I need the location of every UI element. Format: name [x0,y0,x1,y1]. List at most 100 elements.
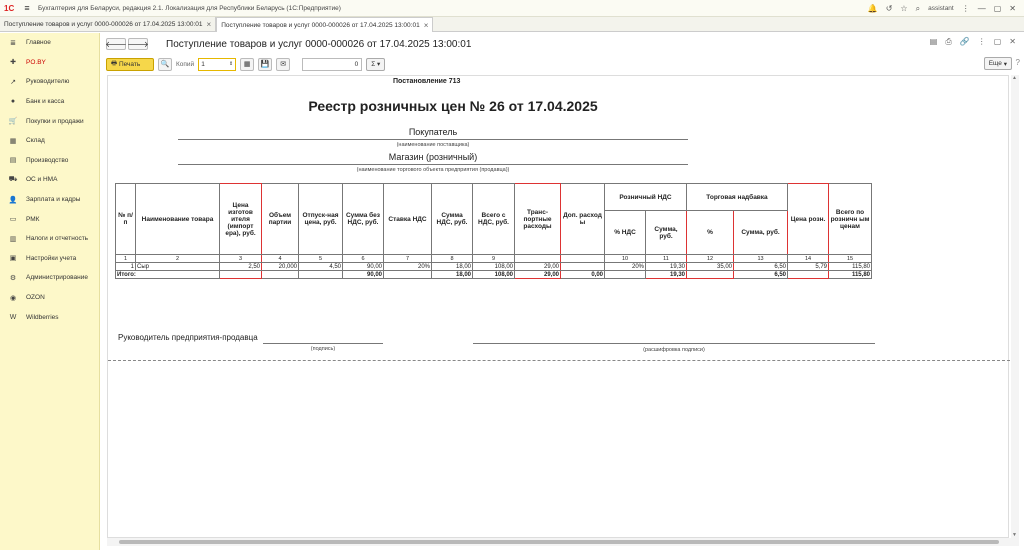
column-number: 13 [733,254,788,263]
cell-rvat-sum: 19,30 [645,262,687,271]
user-name[interactable]: assistant [928,5,954,12]
sidebar-icon: ▭ [9,216,17,224]
column-number: 4 [261,254,299,263]
bell-icon[interactable]: 🔔 [868,4,878,13]
sidebar-item-9[interactable]: ▭ РМК [0,209,99,229]
maximize-icon[interactable]: ▢ [994,4,1002,13]
scroll-thumb[interactable] [119,540,999,544]
search-icon[interactable]: ⌕ [916,4,920,14]
spreadsheet-button[interactable]: ▦ [240,57,255,71]
more-menu-icon[interactable]: ⋮ [978,37,986,47]
copies-input[interactable]: 1 ⇕ [198,57,237,71]
copies-value: 1 [201,60,205,68]
header-markup-sum: Сумма, руб. [733,210,788,255]
sum-value: 0 [354,60,359,68]
header-extra: Доп. расход ы [560,183,605,255]
sidebar-icon: ▤ [9,157,17,165]
sidebar-item-3[interactable]: ● Банк и касса [0,92,99,112]
star-icon[interactable]: ☆ [900,4,907,13]
print-icon[interactable]: ⎙ [945,37,951,47]
stepper-icon[interactable]: ⇕ [229,61,233,67]
tab-label: Поступление товаров и услуг 0000-000026 … [221,21,420,29]
settings-menu-icon[interactable]: ⋮ [962,4,970,13]
chevron-down-icon: ▾ [377,61,381,68]
close-icon[interactable]: × [207,20,212,29]
sidebar-item-6[interactable]: ▤ Производство [0,151,99,171]
sidebar-icon: 🛒 [8,118,18,126]
scroll-up-icon[interactable]: ▲ [1012,75,1017,81]
sidebar-item-10[interactable]: ▥ Налоги и отчетность [0,229,99,249]
cell-retail-price: 5,79 [787,262,829,271]
save-button[interactable]: 💾 [258,57,273,71]
mail-button[interactable]: ✉ [276,57,291,71]
total-sum-no-vat: 90,00 [342,270,384,279]
link-icon[interactable]: 🔗 [960,37,970,47]
tab-document-2[interactable]: Поступление товаров и услуг 0000-000026 … [216,17,434,32]
cell-vat-rate: 20% [383,262,432,271]
total-markup-sum: 6,50 [733,270,788,279]
sidebar-item-11[interactable]: ▣ Настройки учета [0,249,99,269]
column-number: 5 [298,254,343,263]
sidebar-item-4[interactable]: 🛒 Покупки и продажи [0,111,99,131]
cell-rvat-pct: 20% [604,262,646,271]
sidebar-icon: ↗ [10,78,16,86]
header-name: Наименование товара [135,183,220,255]
sidebar-item-1[interactable]: ✚ PO.BY [0,53,99,73]
app-title: Бухгалтерия для Беларуси, редакция 2.1. … [38,4,341,12]
sidebar-item-label: Склад [26,137,45,145]
sum-button[interactable]: Σ ▾ [366,57,386,71]
column-number: 8 [431,254,473,263]
column-number: 3 [219,254,262,263]
print-button[interactable]: 🖶 Печать [106,57,154,71]
column-number: 10 [604,254,646,263]
forward-button[interactable]: 🡒 [127,38,149,50]
sidebar-icon: W [9,313,17,321]
header-markup: Торговая надбавка [686,183,788,211]
printer-icon: 🖶 [111,59,119,67]
header-sale-price: Отпуск-ная цена, руб. [298,183,343,255]
header-sum-no-vat: Сумма без НДС, руб. [342,183,384,255]
cell-empty [686,270,734,279]
sidebar-icon: ✚ [10,59,16,67]
minimize-icon[interactable]: — [978,4,986,13]
sidebar-item-label: Главное [26,39,51,47]
more-button[interactable]: Еще ▾ [983,57,1012,70]
close-icon[interactable]: ✕ [1009,37,1016,47]
history-icon[interactable]: ↺ [886,4,893,13]
back-button[interactable]: 🡐 [105,38,127,50]
sidebar-item-13[interactable]: ◉ OZON [0,288,99,308]
menu-icon[interactable]: ≡ [20,3,34,13]
sidebar-item-label: Администрирование [26,274,88,282]
header-retail-vat-sum: Сумма, руб. [645,210,687,255]
sidebar-item-label: Настройки учета [26,254,77,262]
close-icon[interactable]: × [424,21,429,30]
vertical-scrollbar[interactable]: ▲ ▼ [1011,75,1019,538]
sidebar-item-label: Зарплата и кадры [26,196,81,204]
sidebar-icon: ◉ [9,294,17,302]
sidebar-item-0[interactable]: ≣ Главное [0,33,99,53]
horizontal-scrollbar[interactable] [107,538,1019,546]
sidebar-icon: ⛟ [8,176,18,184]
maximize-icon[interactable]: ▢ [994,37,1002,47]
store-caption: (наименование торгового объекта предприя… [356,167,510,173]
sidebar-item-5[interactable]: ▦ Склад [0,131,99,151]
header-markup-pct: % [686,210,734,255]
preview-button[interactable]: 🔍 [158,57,172,71]
cell-transport: 29,00 [514,262,561,271]
save-file-icon[interactable]: ▤ [930,37,938,47]
column-number: 7 [383,254,432,263]
sidebar-item-7[interactable]: ⛟ ОС и НМА [0,170,99,190]
close-window-icon[interactable]: ✕ [1009,4,1016,13]
sidebar-icon: ⚙ [9,274,17,282]
cell-empty [261,270,299,279]
help-icon[interactable]: ? [1016,58,1020,67]
sidebar-icon: 👤 [8,196,18,204]
sidebar-item-2[interactable]: ↗ Руководителю [0,72,99,92]
sidebar-icon: ≣ [10,39,16,47]
sidebar-item-8[interactable]: 👤 Зарплата и кадры [0,190,99,210]
tab-document-1[interactable]: Поступление товаров и услуг 0000-000026 … [0,17,217,32]
sum-field[interactable]: 0 [302,57,363,71]
toolbar: 🖶 Печать 🔍 Копий 1 ⇕ ▦ 💾 ✉ 0 Σ ▾ Еще ▾ ? [104,55,1020,73]
sidebar-item-14[interactable]: W Wildberries [0,307,99,327]
sidebar-item-12[interactable]: ⚙ Администрирование [0,268,99,288]
